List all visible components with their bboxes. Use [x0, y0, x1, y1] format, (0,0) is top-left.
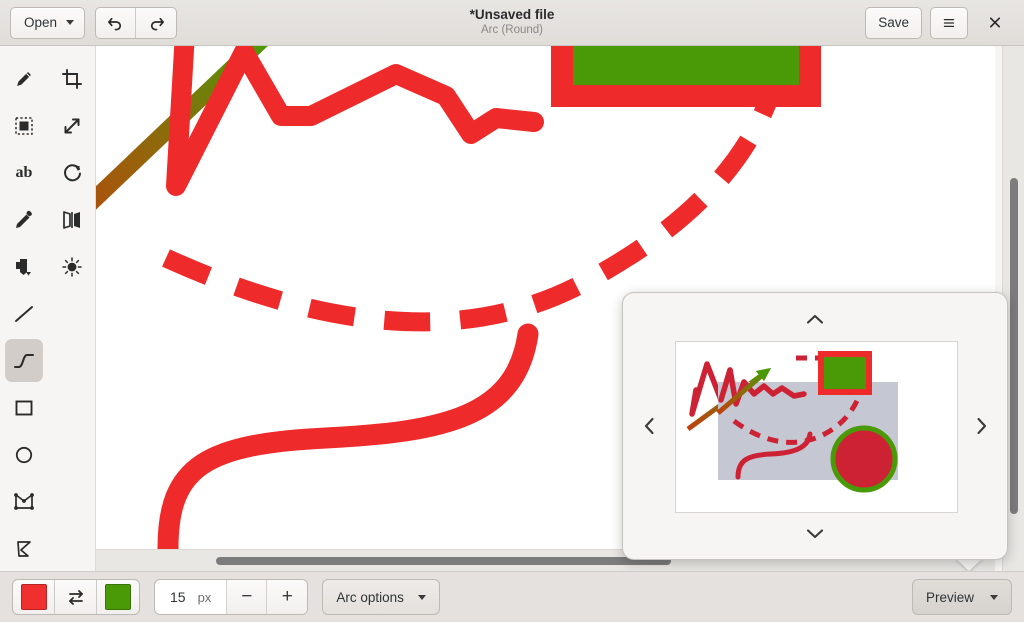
chevron-down-icon	[806, 528, 824, 538]
swap-colors-button[interactable]	[55, 580, 97, 614]
rotate-icon	[64, 163, 81, 181]
tool-sidebar: ab	[0, 46, 96, 571]
paint-bucket-icon	[16, 258, 31, 275]
bottom-toolbar: 15 px − + Arc options Preview	[0, 571, 1024, 622]
rectangle-icon	[15, 400, 33, 415]
header-bar: Open *Unsaved file Arc (Round) Save	[0, 0, 1024, 46]
secondary-color-button[interactable]	[97, 580, 139, 614]
polygon-icon	[14, 492, 34, 510]
text-tool[interactable]: ab	[5, 151, 43, 194]
red-s-curve	[157, 323, 539, 549]
pencil-tool[interactable]	[5, 57, 43, 100]
crop-tool[interactable]	[53, 57, 91, 100]
line-tool[interactable]	[5, 292, 43, 335]
arc-options-label: Arc options	[336, 589, 404, 605]
chevron-right-icon	[976, 417, 986, 435]
arc-options-button[interactable]: Arc options	[322, 579, 440, 615]
resize-tool[interactable]	[53, 104, 91, 147]
ellipse-icon	[15, 446, 33, 463]
redo-icon	[150, 17, 164, 31]
close-icon	[989, 17, 1001, 28]
brightness-icon	[62, 256, 82, 277]
green-rectangle-with-red-border	[551, 46, 821, 107]
polygon-tool[interactable]	[5, 480, 43, 523]
chevron-left-icon	[644, 417, 654, 435]
chevron-down-icon	[66, 20, 75, 25]
chevron-down-icon	[417, 594, 426, 600]
rectangle-tool[interactable]	[5, 386, 43, 429]
resize-icon	[64, 118, 80, 133]
pan-down-button[interactable]	[795, 521, 835, 545]
chevron-down-icon	[990, 594, 998, 600]
thumb-red-circle	[830, 425, 898, 493]
brush-size-stepper: 15 px − +	[154, 579, 309, 615]
pan-right-button[interactable]	[969, 406, 993, 446]
save-button[interactable]: Save	[865, 6, 922, 39]
pan-up-button[interactable]	[795, 307, 835, 331]
brush-size-increase-button[interactable]: +	[267, 580, 308, 614]
primary-color-swatch	[20, 584, 47, 610]
color-selector-group	[12, 579, 140, 615]
thumb-green-rectangle	[818, 351, 872, 395]
preview-popover	[622, 292, 1008, 560]
open-button[interactable]: Open	[10, 6, 86, 39]
brush-size-decrease-button[interactable]: −	[227, 580, 268, 614]
thumbnail-artwork	[676, 342, 957, 512]
canvas-thumbnail[interactable]	[675, 341, 958, 513]
text-tool-label: ab	[15, 163, 33, 181]
select-rectangle-tool[interactable]	[5, 104, 43, 147]
line-icon	[15, 305, 33, 322]
crop-icon	[62, 68, 82, 89]
brush-size-value: 15	[170, 589, 186, 605]
save-button-label: Save	[878, 15, 909, 30]
ellipse-tool[interactable]	[5, 433, 43, 476]
undo-button[interactable]	[96, 7, 137, 38]
fill-tool[interactable]	[5, 245, 43, 288]
red-zigzag-stroke	[166, 46, 544, 196]
preview-button-label: Preview	[925, 589, 974, 605]
flip-icon	[63, 210, 80, 229]
primary-color-button[interactable]	[13, 580, 55, 614]
brush-size-unit: px	[197, 589, 212, 605]
open-button-label: Open	[24, 15, 58, 30]
freeform-tool[interactable]	[5, 527, 43, 570]
rectangle-select-icon	[15, 116, 33, 135]
pan-left-button[interactable]	[637, 406, 661, 446]
swap-colors-icon	[68, 590, 83, 605]
undo-redo-group	[95, 6, 178, 39]
arc-tool[interactable]	[5, 339, 43, 382]
chevron-up-icon	[806, 314, 824, 324]
horizontal-scrollbar-thumb[interactable]	[216, 557, 671, 565]
freeform-shape-icon	[17, 540, 31, 557]
redo-button[interactable]	[136, 8, 176, 38]
preview-button[interactable]: Preview	[911, 579, 1012, 615]
pencil-icon	[17, 71, 31, 86]
close-window-button[interactable]	[976, 7, 1014, 39]
rotate-tool[interactable]	[53, 151, 91, 194]
arc-icon	[14, 353, 34, 368]
paint-application-window: Open *Unsaved file Arc (Round) Save ab 1…	[0, 0, 1024, 622]
main-menu-button[interactable]	[930, 6, 968, 39]
hamburger-icon	[943, 18, 955, 27]
flip-tool[interactable]	[53, 198, 91, 241]
brightness-tool[interactable]	[53, 245, 91, 288]
undo-icon	[108, 17, 122, 31]
color-picker-tool[interactable]	[5, 198, 43, 241]
secondary-color-swatch	[105, 584, 131, 610]
eyedropper-icon	[16, 210, 32, 228]
brush-size-value-field[interactable]: 15 px	[155, 580, 228, 614]
vertical-scrollbar-thumb[interactable]	[1010, 178, 1018, 514]
